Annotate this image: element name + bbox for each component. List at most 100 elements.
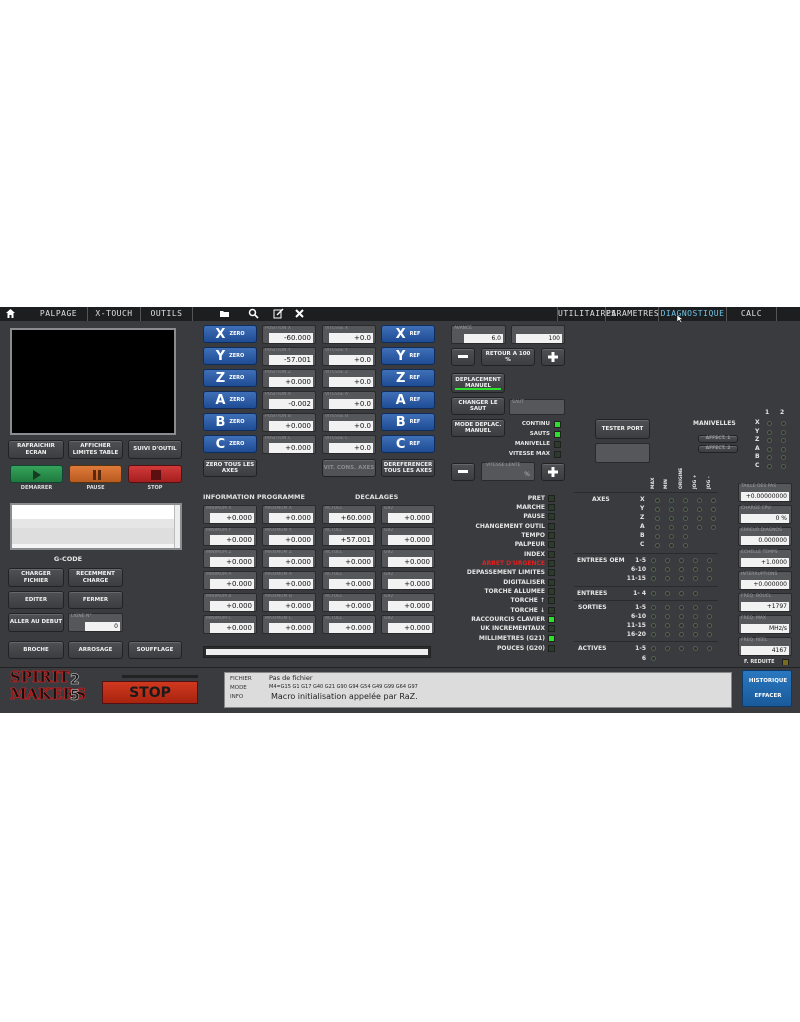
- affect-1-button[interactable]: AFFECT. 1: [698, 435, 738, 443]
- reset-100-button[interactable]: RETOUR A 100 %: [481, 348, 535, 366]
- g92-z-value[interactable]: +0.000: [388, 557, 432, 567]
- c-ref-button[interactable]: C REF: [381, 435, 435, 453]
- stop-button[interactable]: [128, 465, 182, 483]
- offset-z-value[interactable]: +0.000: [329, 557, 373, 567]
- tab-utilitaires[interactable]: UTILITAIRES: [557, 307, 616, 321]
- position-b-value[interactable]: +0.000: [269, 421, 313, 431]
- io-signal-dot: [665, 576, 670, 581]
- bottom-bar: SPIRIT MAKERS 2 5 STOP FICHIER Pas de fi…: [0, 665, 800, 713]
- slow-minus-button[interactable]: [451, 463, 475, 481]
- minus-icon: [458, 355, 468, 358]
- history-button[interactable]: HISTORIQUE: [743, 678, 793, 684]
- b-zero-button[interactable]: B ZERO: [203, 413, 257, 431]
- g92-x-value[interactable]: +0.000: [388, 513, 432, 523]
- diag-signal-dot: [669, 543, 674, 548]
- search-icon[interactable]: [247, 308, 259, 320]
- jog-mode-button[interactable]: MODE DEPLAC. MANUEL: [451, 419, 505, 437]
- start-button[interactable]: [10, 465, 63, 483]
- manivelle-axis-letter: Z: [755, 436, 760, 443]
- recent-file-button[interactable]: RECEMMENT CHARGE: [68, 568, 123, 587]
- test-port-button[interactable]: TESTER PORT: [595, 419, 650, 439]
- line-number-value[interactable]: 0: [85, 622, 120, 631]
- feed-minus-button[interactable]: [451, 348, 475, 366]
- tab-calc[interactable]: CALC: [727, 307, 777, 321]
- status-label: TEMPO: [521, 532, 545, 539]
- c-zero-button[interactable]: C ZERO: [203, 435, 257, 453]
- goto-start-button[interactable]: ALLER AU DEBUT: [8, 613, 64, 632]
- slow-plus-button[interactable]: [541, 463, 565, 481]
- position-c-value[interactable]: +0.000: [269, 443, 313, 453]
- manivelle-col-2: 2: [780, 409, 785, 416]
- diag-signal-dot: [669, 507, 674, 512]
- g92-a-value[interactable]: +0.000: [388, 579, 432, 589]
- offset-y-value[interactable]: +57.001: [329, 535, 373, 545]
- gcode-list[interactable]: [10, 503, 182, 550]
- edit-gcode-button[interactable]: EDITER: [8, 591, 64, 609]
- min-c-field: MINIMUM C +0.000: [203, 615, 257, 634]
- position-x-value[interactable]: -60.000: [269, 333, 313, 343]
- position-a-value[interactable]: -0.002: [269, 399, 313, 409]
- x-ref-button[interactable]: X REF: [381, 325, 435, 343]
- zero-all-axes-button[interactable]: ZERO TOUS LES AXES: [203, 459, 257, 477]
- manivelle-dot: [781, 446, 786, 452]
- tab-palpage[interactable]: PALPAGE: [30, 307, 88, 321]
- axis-speed-button[interactable]: VIT. CONS. AXES: [322, 459, 376, 477]
- diag-signal-dot: [669, 498, 674, 503]
- offset-c-value[interactable]: +0.000: [329, 623, 373, 633]
- manual-move-button[interactable]: DEPLACEMENT MANUEL: [451, 373, 505, 393]
- blow-button[interactable]: SOUFFLAGE: [128, 641, 182, 659]
- close-icon[interactable]: [293, 308, 305, 320]
- tab-parametres[interactable]: PARAMETRES: [606, 307, 659, 321]
- g92-b-value[interactable]: +0.000: [388, 601, 432, 611]
- y-ref-button[interactable]: Y REF: [381, 347, 435, 365]
- offset-x-value[interactable]: +60.000: [329, 513, 373, 523]
- feed-value[interactable]: 6.0: [464, 334, 503, 343]
- vitesse-z-value: +0.0: [329, 377, 373, 387]
- close-gcode-button[interactable]: FERMER: [68, 591, 123, 609]
- y-zero-button[interactable]: Y ZERO: [203, 347, 257, 365]
- load-file-button[interactable]: CHARGER FICHIER: [8, 568, 64, 587]
- g92-c-value[interactable]: +0.000: [388, 623, 432, 633]
- status-led: [548, 579, 555, 586]
- offset-b-field: ACTUEL +0.000: [322, 593, 376, 612]
- refresh-screen-button[interactable]: RAFRAICHIR ECRAN: [8, 440, 64, 459]
- status-led: [548, 504, 555, 511]
- x-zero-button[interactable]: X ZERO: [203, 325, 257, 343]
- tab-diagnostique[interactable]: DIAGNOSTIQUE: [659, 307, 727, 321]
- a-ref-button[interactable]: A REF: [381, 391, 435, 409]
- emergency-stop-button[interactable]: STOP: [102, 681, 198, 704]
- show-table-limits-button[interactable]: AFFICHER LIMITES TABLE: [68, 440, 123, 459]
- position-y-value[interactable]: -57.001: [269, 355, 313, 365]
- b-ref-button[interactable]: B REF: [381, 413, 435, 431]
- spindle-button[interactable]: BROCHE: [8, 641, 64, 659]
- edit-icon[interactable]: [272, 308, 284, 320]
- tab-x-touch[interactable]: X-TOUCH: [88, 307, 141, 321]
- pause-button[interactable]: [69, 465, 122, 483]
- a-zero-button[interactable]: A ZERO: [203, 391, 257, 409]
- gcode-scrollbar[interactable]: [174, 505, 180, 548]
- change-step-button[interactable]: CHANGER LE SAUT: [451, 397, 505, 415]
- feed-percent-value[interactable]: 100: [516, 334, 562, 343]
- interrupts-value: +0.000000: [741, 580, 789, 589]
- affect-2-button[interactable]: AFFECT. 2: [698, 445, 738, 453]
- z-ref-button[interactable]: Z REF: [381, 369, 435, 387]
- dereference-all-button[interactable]: DEREFERENCER TOUS LES AXES: [381, 459, 435, 477]
- diag-signal-dot: [711, 516, 716, 521]
- diag-error-value: 0.000000: [741, 536, 789, 545]
- z-zero-button[interactable]: Z ZERO: [203, 369, 257, 387]
- col-header-jog-minus: JOG -: [707, 476, 712, 489]
- manivelle-dot: [767, 446, 772, 452]
- tool-follow-button[interactable]: SUIVI D'OUTIL: [128, 440, 182, 459]
- clear-button[interactable]: EFFACER: [743, 693, 793, 699]
- tab-outils[interactable]: OUTILS: [141, 307, 193, 321]
- coolant-button[interactable]: ARROSAGE: [68, 641, 123, 659]
- folder-icon[interactable]: [218, 308, 230, 320]
- offset-a-value[interactable]: +0.000: [329, 579, 373, 589]
- io-signal-dot: [693, 576, 698, 581]
- offset-b-value[interactable]: +0.000: [329, 601, 373, 611]
- position-z-value[interactable]: +0.000: [269, 377, 313, 387]
- g92-y-value[interactable]: +0.000: [388, 535, 432, 545]
- home-icon[interactable]: [4, 308, 16, 320]
- feed-plus-button[interactable]: [541, 348, 565, 366]
- port-value-field[interactable]: [595, 443, 650, 463]
